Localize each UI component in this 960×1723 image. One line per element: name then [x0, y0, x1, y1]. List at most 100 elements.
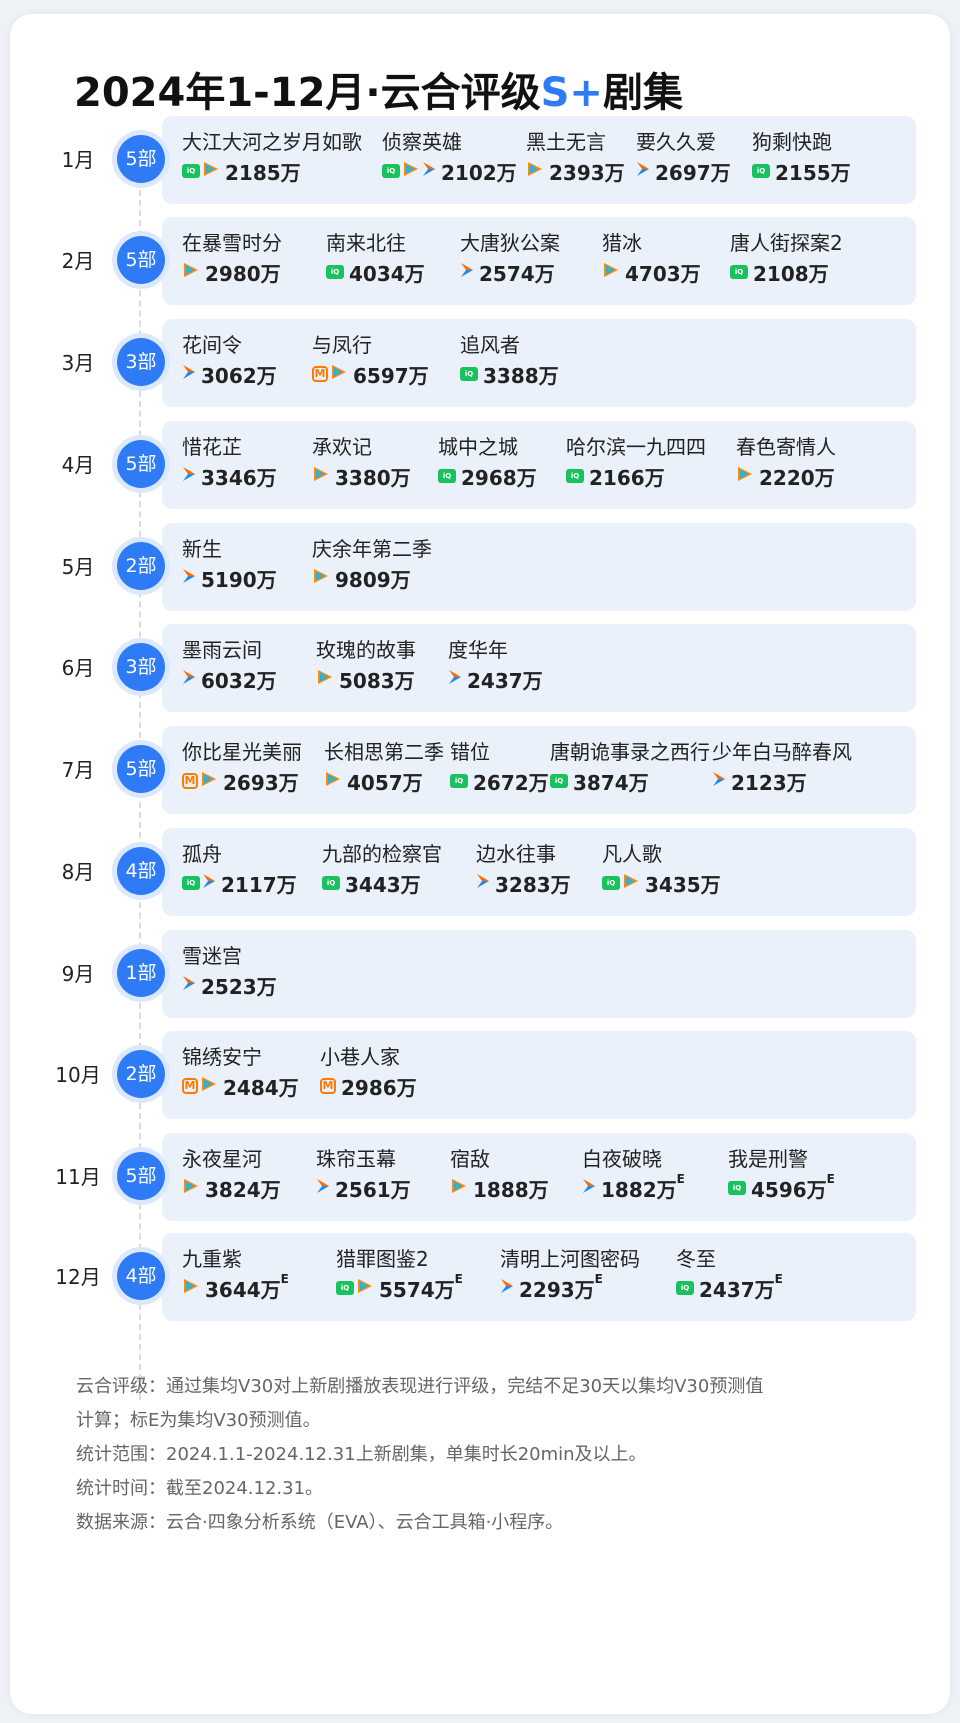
show-item: 宿敌 1888万 — [450, 1146, 549, 1202]
youku-icon — [182, 669, 196, 689]
show-item: 南来北往 iQ 4034万 — [326, 230, 425, 286]
platform-icons: iQ — [326, 265, 346, 279]
show-meta: iQ 3435万 — [602, 869, 721, 897]
mango-tv-icon: M — [182, 773, 198, 789]
show-item: 你比星光美丽 M 2693万 — [182, 739, 302, 795]
tencent-video-icon — [316, 669, 334, 689]
month-label: 10月 — [55, 1063, 101, 1087]
show-meta: iQ 2166万 — [566, 462, 706, 490]
youku-icon — [500, 1278, 514, 1298]
show-value: 2697万 — [655, 160, 731, 185]
show-value: 6032万 — [201, 668, 277, 693]
show-name: 边水往事 — [476, 842, 556, 866]
platform-icons — [182, 568, 198, 588]
mango-tv-icon: M — [312, 366, 328, 382]
platform-icons: iQ — [438, 469, 458, 483]
show-value: 2117万 — [221, 872, 297, 897]
show-value: 2437万 — [467, 668, 543, 693]
show-value: 2672万 — [473, 770, 549, 795]
show-item: 孤舟 iQ 2117万 — [182, 841, 297, 897]
show-value: 3435万 — [645, 872, 721, 897]
show-name: 白夜破晓 — [582, 1147, 662, 1171]
month-label: 11月 — [55, 1165, 101, 1189]
show-meta: iQ 2968万 — [438, 462, 537, 490]
month-label: 1月 — [61, 148, 95, 172]
month-row: 3月 花间令 3062万 与凤行 M 6597万 追风者 iQ 3388万 3部 — [10, 319, 950, 407]
show-meta: iQ 2108万 — [730, 258, 843, 286]
show-item: 大唐狄公案 2574万 — [460, 230, 560, 286]
show-value: 2980万 — [205, 261, 281, 286]
show-item: 长相思第二季 4057万 — [324, 739, 444, 795]
show-value: 2108万 — [753, 261, 829, 286]
youku-icon — [582, 1178, 596, 1198]
platform-icons — [312, 466, 332, 486]
month-row: 1月 大江大河之岁月如歌 iQ 2185万 侦察英雄 iQ 2102万 黑土无言 2393万 要久… — [10, 116, 950, 204]
show-item: 庆余年第二季 9809万 — [312, 536, 432, 592]
show-meta: 5190万 — [182, 564, 277, 592]
show-value: 6597万 — [353, 363, 429, 388]
show-item: 珠帘玉幕 2561万 — [316, 1146, 411, 1202]
show-meta: 3380万 — [312, 462, 411, 490]
show-meta: iQ 2672万 — [450, 767, 549, 795]
tencent-video-icon — [202, 161, 220, 181]
youku-icon — [202, 873, 216, 893]
show-name: 与凤行 — [312, 333, 372, 357]
month-label: 8月 — [61, 860, 95, 884]
tencent-video-icon — [356, 1278, 374, 1298]
show-item: 猎罪图鉴2 iQ 5574万E — [336, 1246, 463, 1302]
show-name: 墨雨云间 — [182, 638, 262, 662]
show-meta: 2437万 — [448, 665, 543, 693]
count-badge: 5部 — [117, 745, 165, 793]
platform-icons — [312, 568, 332, 588]
count-badge: 4部 — [117, 1252, 165, 1300]
title-accent: S+ — [540, 70, 603, 116]
show-value: 1882万E — [601, 1171, 685, 1202]
youku-icon — [182, 975, 196, 995]
month-panel: 永夜星河 3824万 珠帘玉幕 2561万 宿敌 1888万 白夜破晓 1882万E 我是刑警 i… — [162, 1133, 916, 1221]
show-meta: iQ 2185万 — [182, 157, 362, 185]
platform-icons — [316, 669, 336, 689]
platform-icons: iQ — [752, 164, 772, 178]
month-row: 4月 惜花芷 3346万 承欢记 3380万 城中之城 iQ 2968万 哈尔滨一九四四 iQ 21… — [10, 421, 950, 509]
show-value: 2986万 — [341, 1075, 417, 1100]
show-item: 永夜星河 3824万 — [182, 1146, 281, 1202]
platform-icons: M — [320, 1078, 338, 1094]
platform-icons: iQ — [550, 774, 570, 788]
count-badge: 2部 — [117, 542, 165, 590]
tencent-video-icon — [526, 161, 544, 181]
platform-icons: iQ — [382, 161, 438, 181]
platform-icons: iQ — [182, 873, 218, 893]
platform-icons: iQ — [730, 265, 750, 279]
month-row: 5月 新生 5190万 庆余年第二季 9809万 2部 — [10, 523, 950, 611]
month-row: 7月 你比星光美丽 M 2693万 长相思第二季 4057万 错位 iQ 2672万 唐朝诡事录之… — [10, 726, 950, 814]
platform-icons: iQ — [566, 469, 586, 483]
show-name: 猎冰 — [602, 231, 642, 255]
show-item: 哈尔滨一九四四 iQ 2166万 — [566, 434, 706, 490]
platform-icons — [500, 1278, 516, 1298]
show-meta: M 6597万 — [312, 360, 429, 388]
title-prefix: 2024年1-12月·云合评级 — [74, 70, 541, 116]
iqiyi-icon: iQ — [460, 367, 478, 381]
iqiyi-icon: iQ — [730, 265, 748, 279]
iqiyi-icon: iQ — [728, 1181, 746, 1195]
show-value: 2484万 — [223, 1075, 299, 1100]
show-value: 3380万 — [335, 465, 411, 490]
count-badge: 5部 — [117, 1152, 165, 1200]
month-row: 11月 永夜星河 3824万 珠帘玉幕 2561万 宿敌 1888万 白夜破晓 1882万E 我是… — [10, 1133, 950, 1221]
count-badge: 5部 — [117, 135, 165, 183]
tencent-video-icon — [622, 873, 640, 893]
show-value: 2574万 — [479, 261, 555, 286]
show-value: 9809万 — [335, 567, 411, 592]
youku-icon — [460, 262, 474, 282]
show-value: 2220万 — [759, 465, 835, 490]
show-meta: 1882万E — [582, 1171, 685, 1202]
count-badge: 3部 — [117, 643, 165, 691]
show-item: 在暴雪时分 2980万 — [182, 230, 282, 286]
platform-icons: iQ — [450, 774, 470, 788]
show-meta: 5083万 — [316, 665, 416, 693]
show-meta: iQ 3443万 — [322, 869, 442, 897]
iqiyi-icon: iQ — [326, 265, 344, 279]
tencent-video-icon — [330, 364, 348, 384]
platform-icons — [736, 466, 756, 486]
show-name: 花间令 — [182, 333, 242, 357]
